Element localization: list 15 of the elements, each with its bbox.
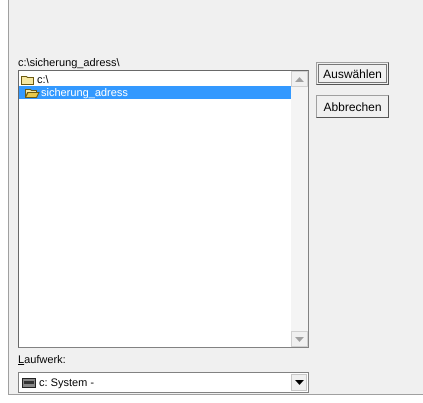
dialog-button[interactable]: Abbrechen: [316, 95, 389, 118]
scrollbar[interactable]: [291, 71, 308, 347]
dialog-button[interactable]: Auswählen: [316, 62, 389, 85]
caret-down-icon: [294, 380, 304, 385]
folder-icon: [25, 87, 40, 98]
path-label: c:\sicherung_adress\: [18, 56, 120, 70]
caret-up-icon: [295, 76, 304, 82]
folder-list[interactable]: c:\ sicherung_adress: [18, 70, 309, 348]
drive-label: Laufwerk:: [18, 353, 67, 367]
drive-icon: [22, 378, 36, 388]
scroll-up-button[interactable]: [291, 71, 308, 87]
caret-down-icon: [295, 336, 304, 342]
drive-select[interactable]: c: System -: [18, 372, 309, 393]
folder-item[interactable]: c:\: [19, 73, 49, 86]
scroll-down-button[interactable]: [291, 331, 308, 347]
